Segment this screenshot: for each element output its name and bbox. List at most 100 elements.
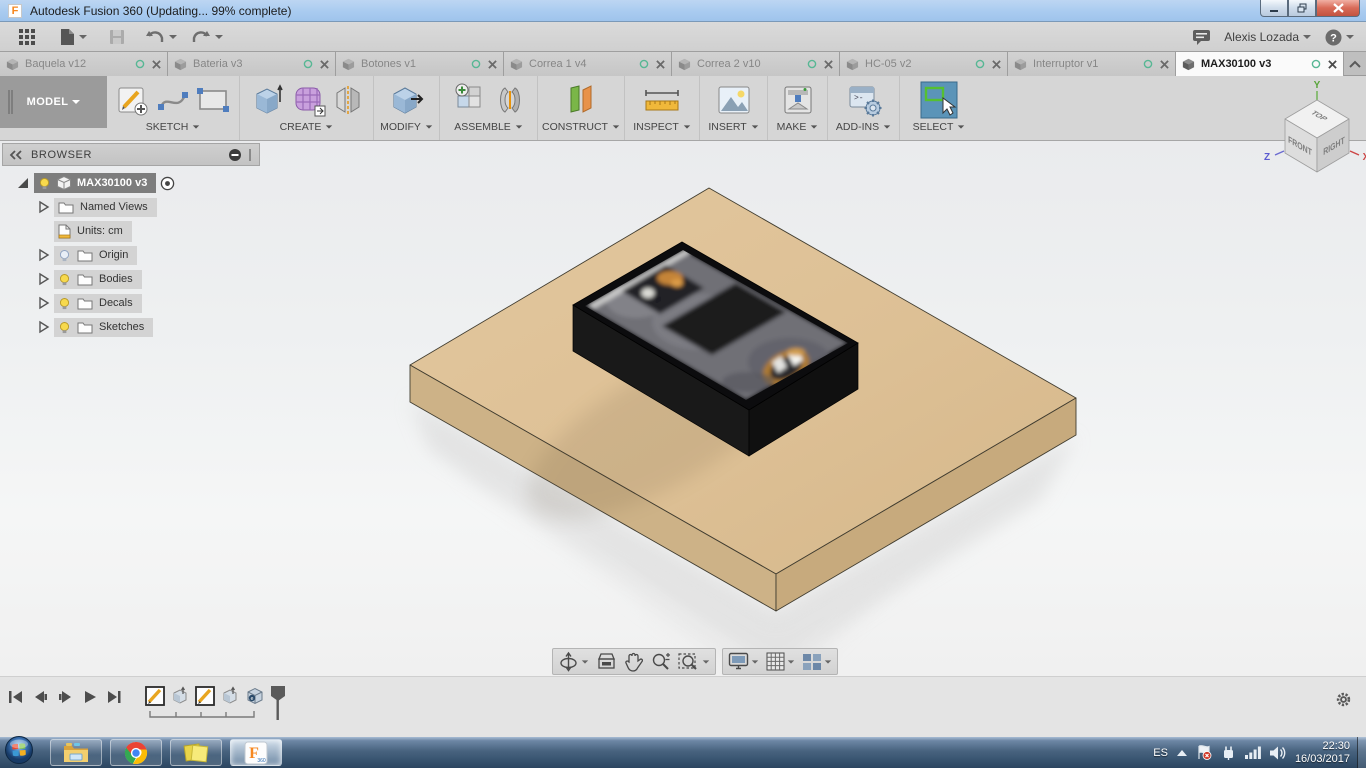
go-to-start-button[interactable]	[8, 690, 23, 704]
select-menu[interactable]: SELECT	[913, 121, 966, 133]
browser-row-units[interactable]: Units: cm	[0, 219, 268, 243]
mirror-icon[interactable]	[333, 83, 363, 117]
taskbar-sticky-notes-button[interactable]	[170, 739, 222, 766]
clock[interactable]: 22:30 16/03/2017	[1295, 740, 1350, 766]
file-menu-button[interactable]	[60, 28, 87, 46]
network-signal-icon[interactable]	[1244, 746, 1261, 759]
notifications-icon[interactable]	[1193, 29, 1211, 45]
visibility-bulb-icon[interactable]	[38, 177, 51, 190]
collapsed-arrow-icon[interactable]	[36, 272, 50, 286]
tab-correa1[interactable]: Correa 1 v4	[504, 52, 672, 76]
fit-button[interactable]	[678, 652, 710, 672]
browser-header[interactable]: BROWSER	[2, 143, 260, 166]
construct-menu[interactable]: CONSTRUCT	[542, 121, 620, 133]
visibility-bulb-off-icon[interactable]	[58, 249, 71, 262]
display-settings-button[interactable]	[728, 652, 759, 671]
grid-settings-button[interactable]	[766, 652, 795, 671]
viewports-button[interactable]	[802, 653, 832, 671]
tab-max30100-active[interactable]: MAX30100 v3	[1176, 52, 1344, 76]
close-tab-icon[interactable]	[824, 59, 833, 69]
new-component-icon[interactable]	[453, 82, 489, 118]
tab-hc05[interactable]: HC-05 v2	[840, 52, 1008, 76]
close-tab-icon[interactable]	[992, 59, 1001, 69]
press-pull-icon[interactable]	[389, 82, 425, 118]
app-grid-button[interactable]	[18, 28, 36, 46]
timeline-sketch1-icon[interactable]	[145, 686, 165, 706]
workspace-selector[interactable]: MODEL	[0, 76, 107, 128]
close-tab-icon[interactable]	[152, 59, 161, 69]
browser-row-bodies[interactable]: Bodies	[0, 267, 268, 291]
close-tab-icon[interactable]	[1328, 59, 1337, 69]
user-menu[interactable]: Alexis Lozada	[1224, 30, 1311, 44]
modify-menu[interactable]: MODIFY	[380, 121, 433, 133]
construction-plane-icon[interactable]	[563, 82, 599, 118]
tab-interruptor[interactable]: Interruptor v1	[1008, 52, 1176, 76]
timeline-extrude2-icon[interactable]	[220, 686, 240, 706]
help-menu[interactable]: ?	[1325, 29, 1354, 46]
browser-row-origin[interactable]: Origin	[0, 243, 268, 267]
browser-row-decals[interactable]: Decals	[0, 291, 268, 315]
language-indicator[interactable]: ES	[1153, 747, 1168, 759]
spline-icon[interactable]	[156, 85, 190, 115]
collapsed-arrow-icon[interactable]	[36, 248, 50, 262]
scripts-addins-icon[interactable]: >-	[846, 83, 882, 117]
power-plug-icon[interactable]	[1221, 745, 1236, 760]
volume-icon[interactable]	[1269, 746, 1286, 760]
collapsed-arrow-icon[interactable]	[36, 320, 50, 334]
show-desktop-button[interactable]	[1357, 737, 1366, 768]
taskbar-chrome-button[interactable]	[110, 739, 162, 766]
taskbar-explorer-button[interactable]	[50, 739, 102, 766]
close-tab-icon[interactable]	[656, 59, 665, 69]
insert-menu[interactable]: INSERT	[708, 121, 758, 133]
view-cube[interactable]: Y Z X TOP FRONT RIGHT	[1245, 78, 1366, 190]
timeline-playhead[interactable]	[270, 686, 286, 720]
close-tab-icon[interactable]	[1160, 59, 1169, 69]
create-sketch-icon[interactable]	[116, 83, 150, 117]
redo-button[interactable]	[191, 30, 223, 44]
close-tab-icon[interactable]	[488, 59, 497, 69]
browser-row-sketches[interactable]: Sketches	[0, 315, 268, 339]
expanded-arrow-icon[interactable]	[16, 176, 30, 190]
save-button[interactable]	[109, 29, 125, 45]
sketch-menu[interactable]: SKETCH	[146, 121, 201, 133]
pan-button[interactable]	[624, 652, 643, 672]
insert-image-icon[interactable]	[716, 84, 752, 116]
tab-overflow-button[interactable]	[1344, 52, 1366, 75]
select-tool-icon[interactable]	[920, 81, 958, 119]
start-button[interactable]	[4, 735, 34, 768]
step-forward-button[interactable]	[58, 690, 73, 704]
tab-correa2[interactable]: Correa 2 v10	[672, 52, 840, 76]
viewport-3d[interactable]: BROWSER MAX30100 v3 Named Views Units: c…	[0, 80, 1366, 676]
orbit-button[interactable]	[558, 651, 589, 672]
remove-display-icon[interactable]	[228, 148, 242, 162]
joint-icon[interactable]	[495, 83, 525, 117]
create-menu[interactable]: CREATE	[280, 121, 334, 133]
visibility-bulb-icon[interactable]	[58, 297, 71, 310]
extrude-icon[interactable]	[251, 82, 285, 118]
assemble-menu[interactable]: ASSEMBLE	[454, 121, 523, 133]
activate-component-icon[interactable]	[160, 176, 175, 191]
inspect-menu[interactable]: INSPECT	[633, 121, 691, 133]
restore-button[interactable]	[1288, 0, 1316, 17]
undo-button[interactable]	[145, 30, 177, 44]
timeline-settings-button[interactable]	[1335, 691, 1352, 713]
form-icon[interactable]	[291, 82, 327, 118]
timeline-decal-icon[interactable]: e	[245, 686, 265, 706]
zoom-button[interactable]	[650, 652, 671, 672]
taskbar-fusion360-button[interactable]: F 360	[230, 739, 282, 766]
play-button[interactable]	[83, 690, 97, 704]
close-tab-icon[interactable]	[320, 59, 329, 69]
visibility-bulb-icon[interactable]	[58, 321, 71, 334]
addins-menu[interactable]: ADD-INS	[836, 121, 891, 133]
tab-bateria[interactable]: Bateria v3	[168, 52, 336, 76]
look-at-button[interactable]	[596, 652, 617, 671]
3d-print-icon[interactable]	[781, 83, 815, 117]
make-menu[interactable]: MAKE	[777, 121, 819, 133]
measure-icon[interactable]	[642, 84, 682, 116]
tab-baquela[interactable]: Baquela v12	[0, 52, 168, 76]
tab-botones[interactable]: Botones v1	[336, 52, 504, 76]
close-button[interactable]	[1316, 0, 1360, 17]
browser-row-root[interactable]: MAX30100 v3	[0, 171, 268, 195]
go-to-end-button[interactable]	[107, 690, 122, 704]
step-back-button[interactable]	[33, 690, 48, 704]
